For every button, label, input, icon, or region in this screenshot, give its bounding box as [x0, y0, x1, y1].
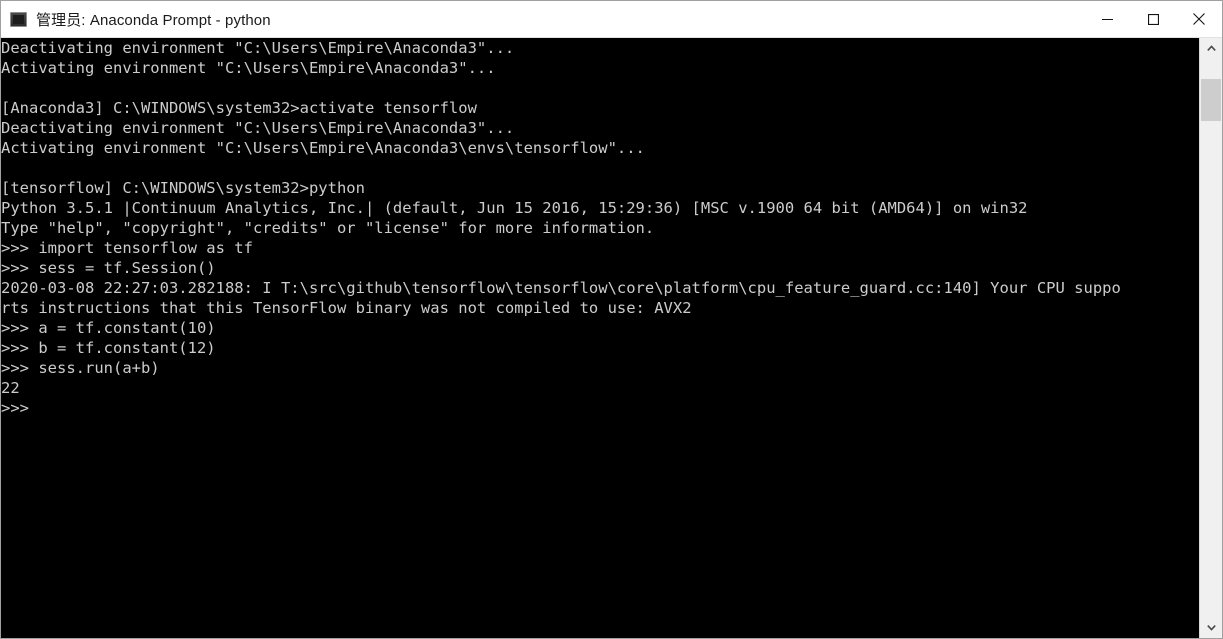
window-title: 管理员: Anaconda Prompt - python [36, 11, 271, 29]
minimize-button[interactable] [1084, 1, 1130, 37]
vertical-scrollbar[interactable] [1199, 38, 1222, 638]
console-line: [Anaconda3] C:\WINDOWS\system32>activate… [1, 99, 477, 117]
console-line: >>> a = tf.constant(10) [1, 319, 216, 337]
console-area[interactable]: Deactivating environment "C:\Users\Empir… [1, 38, 1222, 638]
console-line: Python 3.5.1 |Continuum Analytics, Inc.|… [1, 199, 1028, 217]
console-line: 2020-03-08 22:27:03.282188: I T:\src\git… [1, 279, 1121, 297]
console-line: 22 [1, 379, 20, 397]
console-line: >>> sess = tf.Session() [1, 259, 216, 277]
scroll-down-button[interactable] [1200, 617, 1222, 638]
console-line: Activating environment "C:\Users\Empire\… [1, 139, 645, 157]
terminal-window: 管理员: Anaconda Prompt - python Deactivati… [0, 0, 1223, 639]
window-controls [1084, 1, 1222, 37]
console-line: Deactivating environment "C:\Users\Empir… [1, 119, 515, 137]
console-line: >>> b = tf.constant(12) [1, 339, 216, 357]
close-button[interactable] [1176, 1, 1222, 37]
maximize-button[interactable] [1130, 1, 1176, 37]
console-line: Activating environment "C:\Users\Empire\… [1, 59, 496, 77]
console-line: >>> [1, 399, 39, 417]
console-line: Deactivating environment "C:\Users\Empir… [1, 39, 515, 57]
console-output[interactable]: Deactivating environment "C:\Users\Empir… [1, 38, 1199, 638]
console-line: rts instructions that this TensorFlow bi… [1, 299, 692, 317]
console-line: Type "help", "copyright", "credits" or "… [1, 219, 655, 237]
scroll-up-button[interactable] [1200, 38, 1222, 59]
console-line: >>> sess.run(a+b) [1, 359, 160, 377]
console-line: [tensorflow] C:\WINDOWS\system32>python [1, 179, 365, 197]
scrollbar-thumb[interactable] [1201, 79, 1221, 121]
console-icon [10, 11, 27, 27]
scrollbar-track[interactable] [1200, 59, 1222, 617]
console-line: >>> import tensorflow as tf [1, 239, 253, 257]
title-bar[interactable]: 管理员: Anaconda Prompt - python [1, 1, 1222, 38]
